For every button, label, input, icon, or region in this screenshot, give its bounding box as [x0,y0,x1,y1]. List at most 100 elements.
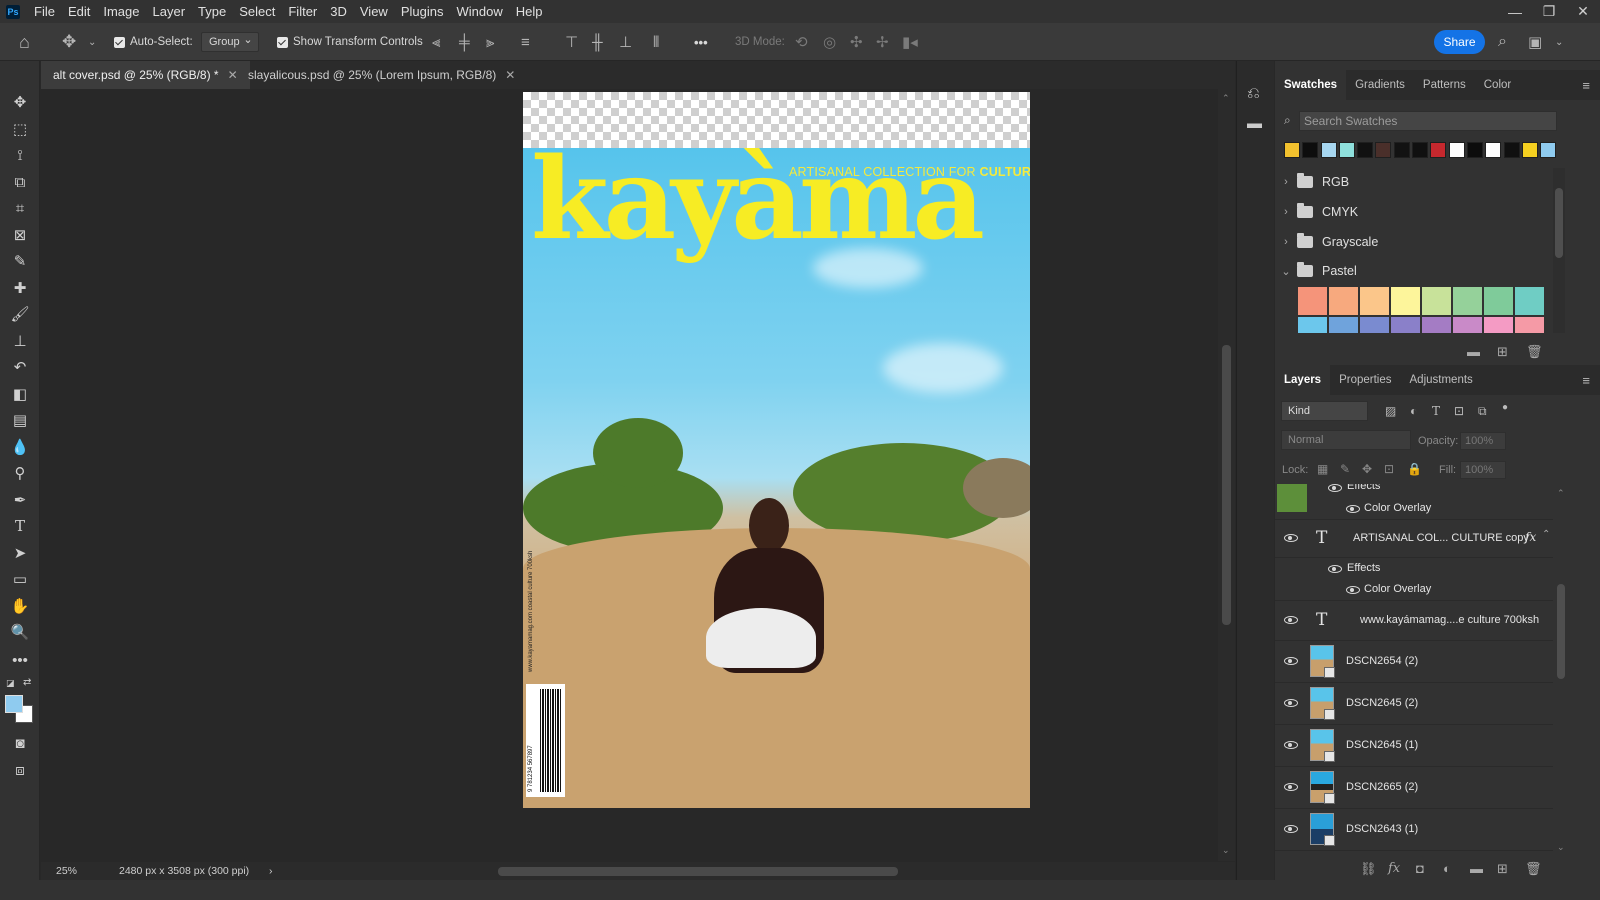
gradient-tool-icon[interactable]: ▤ [8,409,32,431]
pastel-swatch[interactable] [1515,317,1544,333]
tab-alt-cover[interactable]: alt cover.psd @ 25% (RGB/8) * ✕ [41,61,250,89]
pastel-swatch[interactable] [1360,287,1389,315]
recent-swatch[interactable] [1357,142,1374,158]
panel-menu-icon[interactable]: ≡ [1582,78,1590,93]
recent-swatch[interactable] [1540,142,1557,158]
menu-help[interactable]: Help [516,4,543,19]
visibility-eye-icon[interactable] [1284,657,1298,665]
menu-type[interactable]: Type [198,4,226,19]
share-button[interactable]: Share [1434,30,1485,54]
recent-swatch[interactable] [1503,142,1520,158]
swatches-scrollbar[interactable] [1553,168,1565,333]
menu-layer[interactable]: Layer [153,4,186,19]
swatch-group-pastel[interactable]: ⌄ Pastel [1275,257,1551,285]
layer-row-dscn2645-2[interactable]: DSCN2645 (2) [1275,683,1553,725]
healing-brush-tool-icon[interactable]: ✚ [8,277,32,299]
menu-image[interactable]: Image [103,4,139,19]
recent-swatch[interactable] [1430,142,1447,158]
close-window-button[interactable]: ✕ [1566,0,1600,23]
pastel-swatch[interactable] [1360,317,1389,333]
layers-scrollbar[interactable]: ⌃ ⌄ [1553,484,1600,856]
brush-tool-icon[interactable]: 🖌 [8,303,32,325]
menu-view[interactable]: View [360,4,388,19]
move-tool-icon[interactable]: ✥ [62,23,76,61]
layer-effect-row[interactable]: Color Overlay [1275,579,1553,601]
menu-plugins[interactable]: Plugins [401,4,444,19]
tab-swatches[interactable]: Swatches [1275,70,1347,100]
close-tab-icon[interactable]: ✕ [505,68,515,82]
lock-all-icon[interactable]: 🔒 [1407,462,1422,476]
show-transform-check[interactable] [277,36,288,48]
align-left-icon[interactable]: ⫷ [432,23,440,61]
layer-row-dscn2654-2[interactable]: DSCN2654 (2) [1275,641,1553,683]
pastel-swatch[interactable] [1484,287,1513,315]
pastel-swatch[interactable] [1329,287,1358,315]
menu-edit[interactable]: Edit [68,4,90,19]
menu-select[interactable]: Select [239,4,275,19]
default-colors-icon[interactable]: ◪ [6,678,15,689]
pastel-swatch[interactable] [1422,317,1451,333]
visibility-eye-icon[interactable] [1284,699,1298,707]
tab-properties[interactable]: Properties [1330,365,1400,395]
auto-select-checkbox[interactable]: Auto-Select: [114,23,193,61]
align-right-icon[interactable]: ⫸ [486,23,494,61]
canvas-area[interactable]: kayàma ARTISANAL COLLECTION FOR CULTURE … [41,89,1218,861]
tab-patterns[interactable]: Patterns [1414,70,1475,100]
lasso-tool-icon[interactable]: ⟟ [8,144,32,166]
delete-layer-icon[interactable]: 🗑 [1525,861,1542,877]
dodge-tool-icon[interactable]: ⚲ [8,462,32,484]
lock-artboard-icon[interactable]: ⊡ [1384,462,1394,476]
lock-pixels-icon[interactable]: ✎ [1340,462,1350,476]
recent-swatch[interactable] [1448,142,1465,158]
eraser-tool-icon[interactable]: ◧ [8,383,32,405]
recent-swatch[interactable] [1320,142,1337,158]
pastel-swatch[interactable] [1298,317,1327,333]
delete-swatch-icon[interactable]: 🗑 [1526,344,1543,360]
comments-panel-icon[interactable]: ▬ [1247,115,1262,132]
tool-preset-chevron-icon[interactable]: ⌄ [88,23,96,61]
opacity-input[interactable]: 100% [1460,432,1506,450]
pastel-swatch[interactable] [1298,287,1327,315]
recent-swatch[interactable] [1485,142,1502,158]
crop-tool-icon[interactable]: ⌗ [8,197,32,219]
auto-select-target-dropdown[interactable]: Group [201,32,259,52]
object-select-tool-icon[interactable]: ⧉ [8,171,32,193]
search-swatches-input[interactable]: Search Swatches [1299,111,1557,131]
lock-transparent-icon[interactable]: ▦ [1317,462,1328,476]
recent-swatch[interactable] [1521,142,1538,158]
type-tool-icon[interactable]: T [8,515,32,537]
recent-swatch[interactable] [1412,142,1429,158]
layer-row-dscn2643-1[interactable]: DSCN2643 (1) [1275,809,1553,851]
visibility-eye-icon[interactable] [1328,565,1342,573]
new-swatch-icon[interactable]: ⊞ [1497,344,1508,360]
stamp-tool-icon[interactable]: ⊥ [8,330,32,352]
visibility-eye-icon[interactable] [1328,484,1342,492]
document-canvas[interactable]: kayàma ARTISANAL COLLECTION FOR CULTURE … [523,92,1030,808]
scroll-down-icon[interactable]: ⌄ [1222,845,1230,856]
pastel-swatch[interactable] [1453,317,1482,333]
layer-effect-row[interactable]: Color Overlay [1275,498,1553,520]
tab-adjustments[interactable]: Adjustments [1401,365,1482,395]
marquee-tool-icon[interactable]: ⬚ [8,118,32,140]
collapse-effects-icon[interactable]: ⌃ [1542,529,1550,540]
layer-filter-kind-dropdown[interactable]: Kind [1281,401,1368,421]
horizontal-scroll-thumb[interactable] [498,867,898,876]
align-top-icon[interactable]: ⊤ [565,23,578,61]
workspace-chevron-icon[interactable]: ⌄ [1555,23,1563,61]
swatch-group-cmyk[interactable]: › CMYK [1275,198,1551,226]
filter-pixel-icon[interactable]: ▨ [1385,404,1396,418]
layer-style-icon[interactable]: fx [1388,861,1400,876]
lock-position-icon[interactable]: ✥ [1362,462,1372,476]
status-arrow-icon[interactable]: › [269,865,273,877]
search-icon[interactable]: ⌕ [1498,23,1507,61]
minimize-button[interactable]: — [1498,0,1532,23]
layers-scroll-thumb[interactable] [1557,584,1565,679]
pastel-swatch[interactable] [1391,287,1420,315]
filter-adjustment-icon[interactable]: ◐ [1410,404,1417,418]
scroll-down-icon[interactable]: ⌄ [1557,842,1565,853]
pastel-swatch[interactable] [1422,287,1451,315]
new-layer-icon[interactable]: ⊞ [1497,861,1508,877]
swatches-scroll-thumb[interactable] [1555,188,1563,258]
filter-toggle-icon[interactable]: ● [1502,402,1508,413]
layer-effects-row[interactable]: Effects [1275,559,1553,579]
